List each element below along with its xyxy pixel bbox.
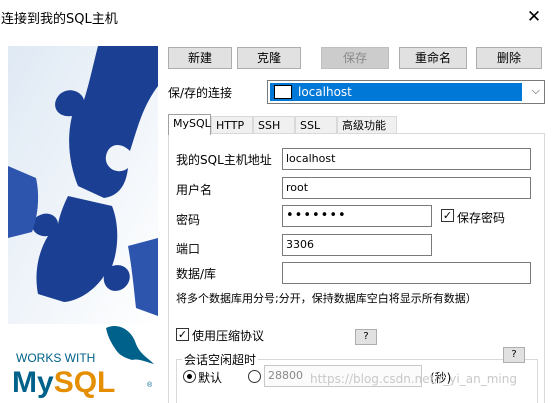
user-input[interactable]: root [282, 177, 531, 199]
session-timeout-title: 会话空闲超时 [182, 351, 259, 368]
brand-panel: WORKS WITH MySQL ® [8, 46, 158, 403]
saved-connection-select[interactable]: localhost ⌵ [267, 80, 545, 104]
mysql-logo-text: MySQL [12, 366, 115, 399]
database-input[interactable] [282, 262, 531, 284]
default-radio-label: 默认 [198, 371, 223, 385]
custom-radio[interactable] [248, 370, 261, 383]
clone-button[interactable]: 克隆 [237, 47, 301, 69]
close-icon[interactable]: ✕ [521, 4, 547, 30]
save-button[interactable]: 保存 [321, 47, 389, 69]
compress-help-button[interactable]: ? [355, 329, 377, 345]
tab-advanced[interactable]: 高级功能 [337, 116, 397, 134]
works-with-text: WORKS WITH [16, 351, 95, 365]
new-button[interactable]: 新建 [168, 47, 232, 69]
session-help-button[interactable]: ? [503, 347, 525, 363]
puzzle-illustration: WORKS WITH MySQL ® [8, 46, 158, 403]
saved-connection-label: 保/存的连接 [168, 86, 233, 100]
title-bar: 连接到我的SQL主机 ✕ [0, 0, 553, 34]
registered-mark: ® [147, 381, 153, 389]
compress-label: 使用压缩协议 [192, 329, 265, 343]
port-input[interactable]: 3306 [282, 234, 432, 256]
user-label: 用户名 [176, 183, 213, 197]
selected-connection: localhost [298, 85, 352, 99]
rename-button[interactable]: 重命名 [399, 47, 467, 69]
chevron-down-icon[interactable]: ⌵ [532, 84, 540, 98]
host-label: 我的SQL主机地址 [176, 153, 272, 167]
save-password-label: 保存密码 [457, 211, 506, 225]
password-label: 密码 [176, 213, 201, 227]
combo-selection: localhost [270, 83, 522, 101]
compress-checkbox[interactable]: ✓ [176, 328, 189, 341]
connection-color-swatch [274, 85, 292, 99]
save-password-checkbox[interactable]: ✓ [441, 209, 454, 222]
host-input[interactable]: localhost [282, 148, 531, 170]
port-label: 端口 [176, 242, 201, 256]
watermark-text: https://blog.csdn.net/r_yi_an_ming [310, 372, 517, 386]
tab-mysql[interactable]: MySQL [168, 114, 211, 135]
tab-ssh[interactable]: SSH [253, 116, 295, 134]
delete-button[interactable]: 删除 [476, 47, 542, 69]
tab-http[interactable]: HTTP [211, 116, 253, 134]
default-radio[interactable] [183, 370, 196, 383]
window-title: 连接到我的SQL主机 [1, 12, 118, 27]
database-label: 数据/库 [176, 267, 217, 281]
tab-ssl[interactable]: SSL [295, 116, 337, 134]
database-hint: 将多个数据库用分号;分开，保持数据库空白将显示所有数据） [176, 292, 477, 305]
password-input[interactable]: ••••••• [282, 205, 432, 227]
